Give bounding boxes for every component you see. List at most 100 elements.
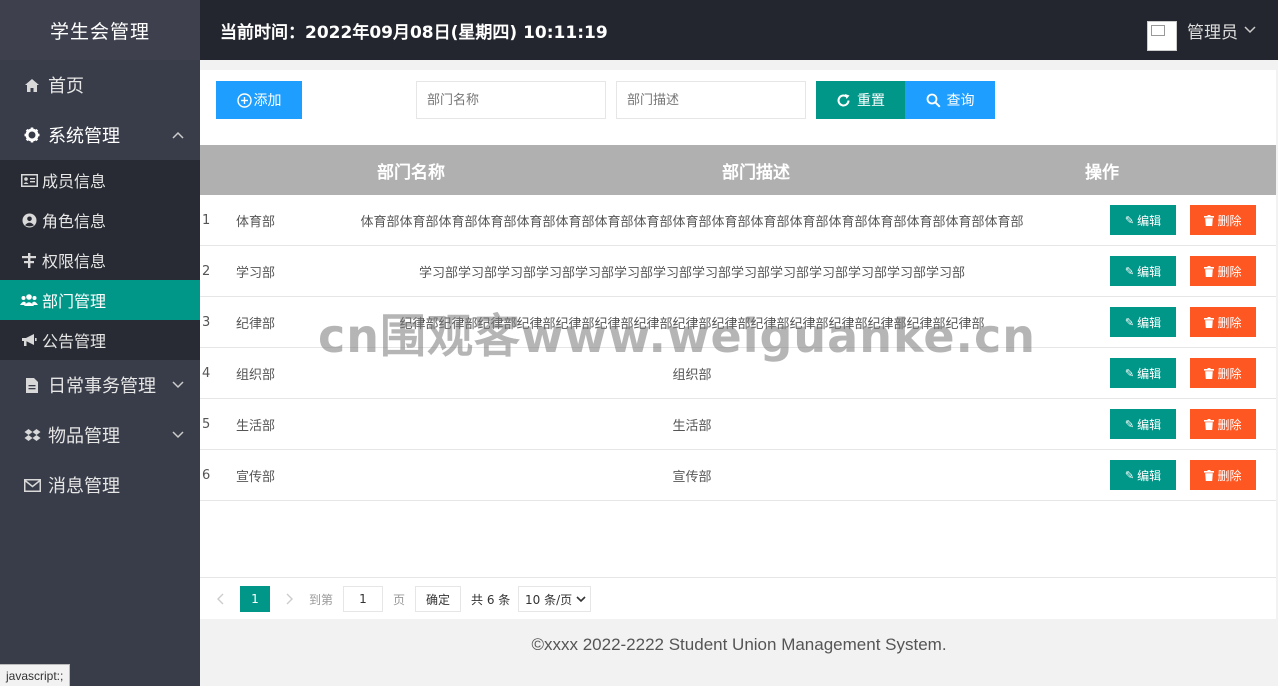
row-index: 1 <box>202 212 211 228</box>
delete-button[interactable]: 删除 <box>1190 358 1256 388</box>
table-row: 3 纪律部 纪律部纪律部纪律部纪律部纪律部纪律部纪律部纪律部纪律部纪律部纪律部纪… <box>200 297 1276 348</box>
delete-button[interactable]: 删除 <box>1190 409 1256 439</box>
plus-circle-icon <box>236 92 252 108</box>
goto-page-input[interactable]: 1 <box>343 586 383 612</box>
row-index: 4 <box>202 365 211 381</box>
user-menu[interactable]: 管理员 <box>1147 0 1256 60</box>
user-name[interactable]: 管理员 <box>1187 18 1238 43</box>
sidebar-item-label: 权限信息 <box>42 252 107 271</box>
page-unit-label: 页 <box>393 592 406 607</box>
chevron-down-icon <box>172 381 184 389</box>
sidebar-item-system[interactable]: 系统管理 <box>0 110 200 160</box>
dept-desc-input[interactable] <box>616 81 806 119</box>
toolbar: 添加 重置 查询 <box>216 81 1276 119</box>
edit-button-label: 编辑 <box>1137 264 1162 279</box>
trash-icon <box>1204 367 1215 379</box>
delete-button[interactable]: 删除 <box>1190 460 1256 490</box>
sidebar-item-announcements[interactable]: 公告管理 <box>0 320 200 360</box>
users-icon <box>20 293 38 307</box>
column-header-desc[interactable]: 部门描述 <box>722 145 790 195</box>
sidebar-item-messages[interactable]: 消息管理 <box>0 460 200 510</box>
pencil-icon: ✎ <box>1124 265 1135 278</box>
pencil-icon: ✎ <box>1124 316 1135 329</box>
delete-button[interactable]: 删除 <box>1190 256 1256 286</box>
sidebar-item-roles[interactable]: 角色信息 <box>0 200 200 240</box>
edit-button[interactable]: ✎ 编辑 <box>1110 307 1176 337</box>
sidebar-item-label: 部门管理 <box>42 292 107 311</box>
edit-button[interactable]: ✎ 编辑 <box>1110 205 1176 235</box>
sidebar-item-members[interactable]: 成员信息 <box>0 160 200 200</box>
gear-icon <box>22 127 42 143</box>
table-row: 6 宣传部 宣传部 ✎ 编辑 删除 <box>200 450 1276 501</box>
delete-button-label: 删除 <box>1217 213 1242 228</box>
edit-button[interactable]: ✎ 编辑 <box>1110 256 1176 286</box>
sidebar-item-daily-affairs[interactable]: 日常事务管理 <box>0 360 200 410</box>
page-number-current[interactable]: 1 <box>240 586 270 612</box>
column-header-actions: 操作 <box>1085 162 1119 183</box>
trash-icon <box>1204 469 1215 481</box>
dept-desc-cell: 宣传部 <box>672 469 712 485</box>
edit-button-label: 编辑 <box>1137 468 1162 483</box>
dept-desc-cell: 生活部 <box>672 418 712 434</box>
edit-button[interactable]: ✎ 编辑 <box>1110 358 1176 388</box>
dept-desc-cell: 学习部学习部学习部学习部学习部学习部学习部学习部学习部学习部学习部学习部学习部学… <box>418 265 965 281</box>
page-size-value: 10 条/页 <box>525 592 573 607</box>
dept-name-cell: 组织部 <box>236 367 276 383</box>
edit-button[interactable]: ✎ 编辑 <box>1110 409 1176 439</box>
table-row: 2 学习部 学习部学习部学习部学习部学习部学习部学习部学习部学习部学习部学习部学… <box>200 246 1276 297</box>
top-header: 当前时间：2022年09月08日(星期四) 10:11:19 管理员 <box>200 0 1278 60</box>
total-count: 共 6 条 <box>471 592 511 607</box>
page-size-select[interactable]: 10 条/页 <box>518 586 592 612</box>
permission-icon <box>20 252 38 268</box>
pagination: 1 到第 1 页 确定 共 6 条 10 条/页 <box>200 577 1276 619</box>
dept-desc-cell: 纪律部纪律部纪律部纪律部纪律部纪律部纪律部纪律部纪律部纪律部纪律部纪律部纪律部纪… <box>399 316 985 332</box>
reset-button-label: 重置 <box>857 92 885 108</box>
sidebar-item-home[interactable]: 首页 <box>0 60 200 110</box>
row-index: 6 <box>202 467 211 483</box>
delete-button[interactable]: 删除 <box>1190 307 1256 337</box>
pencil-icon: ✎ <box>1124 418 1135 431</box>
dept-name-cell: 纪律部 <box>236 316 276 332</box>
column-header-name[interactable]: 部门名称 <box>377 145 445 195</box>
delete-button-label: 删除 <box>1217 264 1242 279</box>
pencil-icon: ✎ <box>1124 214 1135 227</box>
next-page-icon[interactable] <box>286 586 294 612</box>
prev-page-icon[interactable] <box>216 586 224 612</box>
chevron-down-icon <box>1244 26 1256 34</box>
dept-name-input[interactable] <box>416 81 606 119</box>
table-header: 部门名称 部门描述 操作 <box>200 145 1276 195</box>
edit-button[interactable]: ✎ 编辑 <box>1110 460 1176 490</box>
pencil-icon: ✎ <box>1124 367 1135 380</box>
search-icon <box>926 93 941 108</box>
envelope-icon <box>22 478 42 492</box>
refresh-icon <box>836 93 851 108</box>
edit-button-label: 编辑 <box>1137 315 1162 330</box>
home-icon <box>22 78 42 93</box>
avatar[interactable] <box>1147 21 1177 51</box>
chevron-up-icon <box>172 131 184 139</box>
edit-button-label: 编辑 <box>1137 417 1162 432</box>
file-icon <box>22 377 42 394</box>
sidebar-item-items[interactable]: 物品管理 <box>0 410 200 460</box>
query-button[interactable]: 查询 <box>905 81 995 119</box>
dept-name-cell: 宣传部 <box>236 469 276 485</box>
chevron-down-icon <box>576 595 586 602</box>
table-row: 4 组织部 组织部 ✎ 编辑 删除 <box>200 348 1276 399</box>
sidebar-item-permissions[interactable]: 权限信息 <box>0 240 200 280</box>
reset-button[interactable]: 重置 <box>816 81 905 119</box>
department-table: 部门名称 部门描述 操作 1 体育部 体育部体育部体育部体育部体育部体育部体育部… <box>200 145 1276 501</box>
footer-copyright: ©xxxx 2022-2222 Student Union Management… <box>531 635 947 654</box>
delete-button-label: 删除 <box>1217 468 1242 483</box>
department-panel: 添加 重置 查询 部门名称 部门描述 操作 <box>200 70 1276 619</box>
edit-button-label: 编辑 <box>1137 366 1162 381</box>
trash-icon <box>1204 316 1215 328</box>
goto-confirm-button[interactable]: 确定 <box>415 586 462 612</box>
query-button-label: 查询 <box>946 92 975 108</box>
add-button-label: 添加 <box>253 92 282 108</box>
add-button[interactable]: 添加 <box>216 81 302 119</box>
bullhorn-icon <box>20 333 38 347</box>
delete-button[interactable]: 删除 <box>1190 205 1256 235</box>
delete-button-label: 删除 <box>1217 417 1242 432</box>
sidebar-item-departments[interactable]: 部门管理 <box>0 280 200 320</box>
row-index: 5 <box>202 416 211 432</box>
